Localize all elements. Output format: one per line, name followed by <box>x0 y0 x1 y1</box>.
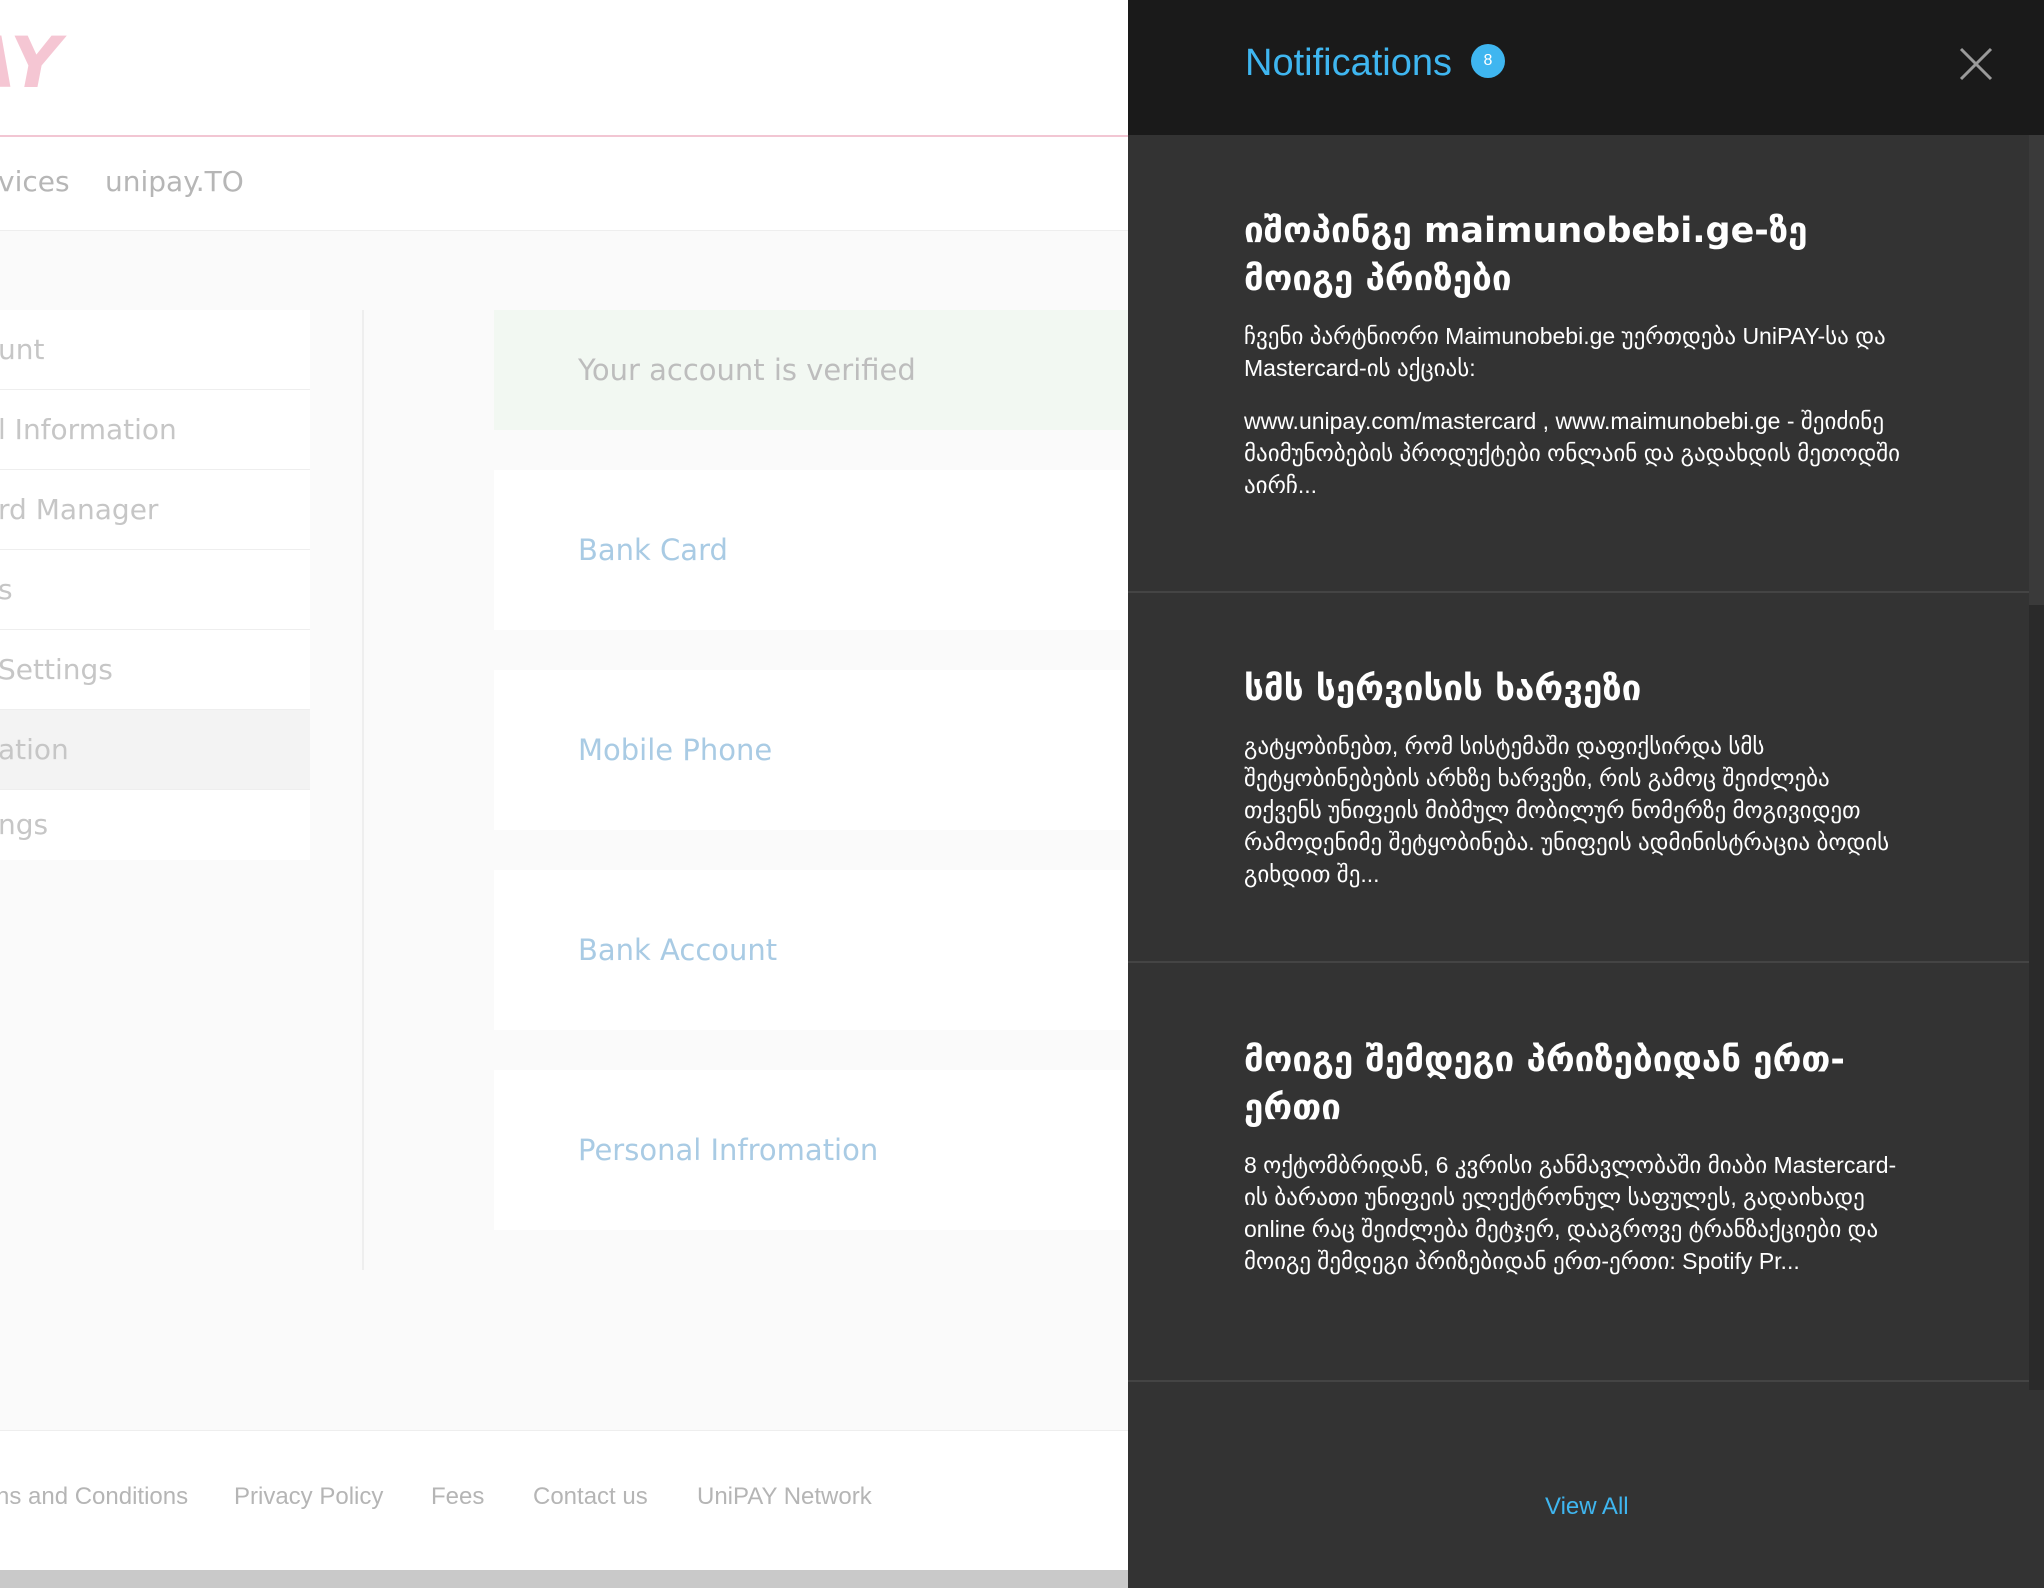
footer-privacy-link[interactable]: Privacy Policy <box>234 1483 383 1511</box>
nav-item-services[interactable]: vices <box>0 165 70 198</box>
site-footer: ns and Conditions Privacy Policy Fees Co… <box>0 1430 1128 1571</box>
nav-item-unipay-to[interactable]: unipay.TO <box>105 165 244 198</box>
vertical-divider <box>362 310 364 1270</box>
verification-content: Your account is verified Bank Card Mobil… <box>494 310 1128 1230</box>
side-item-label: ngs <box>0 808 49 841</box>
bank-card-link[interactable]: Bank Card <box>494 470 1128 630</box>
side-item-label: s <box>0 550 13 629</box>
verified-banner: Your account is verified <box>494 310 1128 430</box>
site-logo[interactable]: AY <box>0 22 63 104</box>
horizontal-scrollbar[interactable] <box>0 1570 1128 1588</box>
notification-body: ჩვენი პარტნიორი Maimunobebi.ge უერთდება … <box>1244 323 1886 381</box>
notification-title: სმს სერვისის ხარვეზი <box>1244 669 1642 709</box>
side-item-label: Settings <box>0 653 113 686</box>
side-item-account[interactable]: unt <box>0 310 310 390</box>
notification-body: www.unipay.com/mastercard , www.maimunob… <box>1244 408 1901 498</box>
notifications-drawer: Notifications 8 იშოპინგე maimunobebi.ge-… <box>1128 0 2044 1588</box>
side-item-personal-information[interactable]: l Information <box>0 390 310 470</box>
footer-terms-link[interactable]: ns and Conditions <box>0 1483 188 1511</box>
footer-network-link[interactable]: UniPAY Network <box>697 1483 872 1511</box>
bank-account-link[interactable]: Bank Account <box>494 870 1128 1030</box>
side-item-settings-2[interactable]: ngs <box>0 790 310 860</box>
notification-count-badge: 8 <box>1471 44 1505 78</box>
background-page: AY vices unipay.TO unt l Information rd … <box>0 0 1128 1588</box>
main-nav: vices unipay.TO <box>0 137 1128 231</box>
side-item-verification[interactable]: ation <box>0 710 310 790</box>
view-all-link[interactable]: View All <box>1545 1493 1629 1521</box>
side-item-label: rd Manager <box>0 493 159 526</box>
site-header: AY <box>0 0 1128 137</box>
notification-title: იშოპინგე maimunobebi.ge-ზე მოიგე პრიზები <box>1244 211 1808 299</box>
side-item-label: ation <box>0 733 69 766</box>
notification-item[interactable]: მოიგე შემდეგი პრიზებიდან ერთ-ერთი 8 ოქტო… <box>1128 963 2033 1382</box>
notification-item[interactable]: სმს სერვისის ხარვეზი გატყობინებთ, რომ სი… <box>1128 593 2033 963</box>
footer-fees-link[interactable]: Fees <box>431 1483 484 1511</box>
personal-information-link[interactable]: Personal Infromation <box>494 1070 1128 1230</box>
account-side-menu: unt l Information rd Manager s Settings … <box>0 310 310 860</box>
footer-contact-link[interactable]: Contact us <box>533 1483 648 1511</box>
side-item-settings[interactable]: Settings <box>0 630 310 710</box>
side-item-card-manager[interactable]: rd Manager <box>0 470 310 550</box>
mobile-phone-link[interactable]: Mobile Phone <box>494 670 1128 830</box>
side-item-label: unt <box>0 333 45 366</box>
close-icon[interactable] <box>1956 44 1996 84</box>
drawer-header: Notifications 8 <box>1128 0 2044 135</box>
side-item-s[interactable]: s <box>0 550 310 630</box>
notification-body: გატყობინებთ, რომ სისტემაში დაფიქსირდა სმ… <box>1244 733 1890 887</box>
notification-body: 8 ოქტომბრიდან, 6 კვრისი განმავლობაში მია… <box>1244 1152 1897 1274</box>
notification-item[interactable]: იშოპინგე maimunobebi.ge-ზე მოიგე პრიზები… <box>1128 135 2033 593</box>
side-item-label: l Information <box>0 413 177 446</box>
drawer-scrollbar[interactable] <box>2029 135 2044 1390</box>
notification-title: მოიგე შემდეგი პრიზებიდან ერთ-ერთი <box>1244 1040 1845 1128</box>
drawer-title: Notifications <box>1245 42 1452 84</box>
drawer-scrollbar-thumb[interactable] <box>2029 135 2044 605</box>
